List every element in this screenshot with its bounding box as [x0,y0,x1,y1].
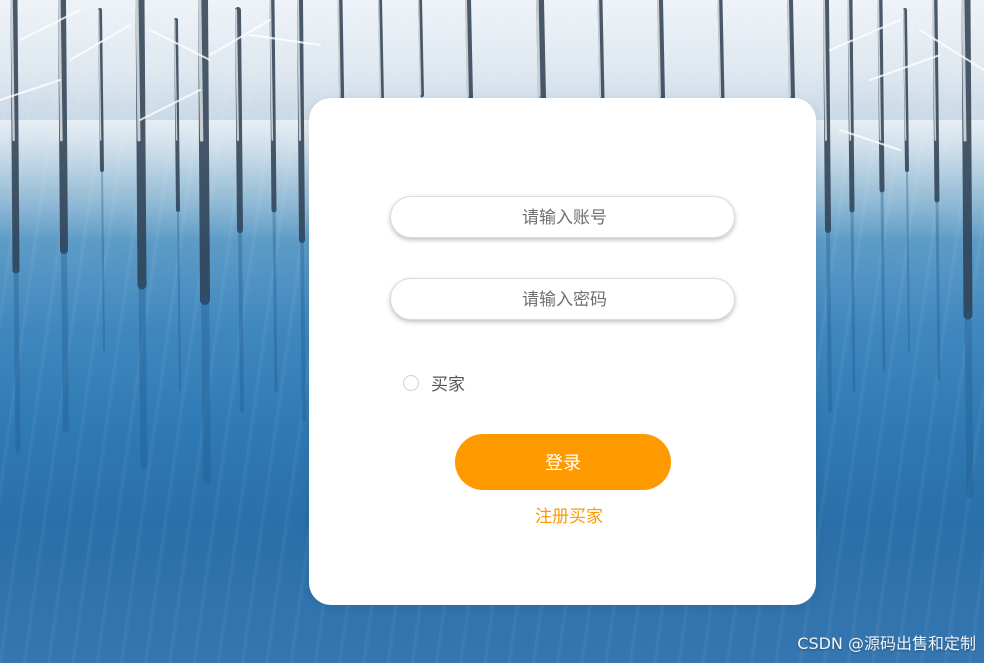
login-button[interactable]: 登录 [455,434,671,490]
csdn-watermark: CSDN @源码出售和定制 [797,634,976,653]
password-input[interactable] [391,279,738,321]
login-card: 买家 登录 注册买家 [309,98,816,605]
buyer-radio-button[interactable] [403,374,419,391]
account-input[interactable] [391,197,738,239]
register-buyer-link[interactable]: 注册买家 [535,502,603,527]
account-field [390,196,738,239]
buyer-role-label: 买家 [431,375,465,395]
password-field [390,278,738,321]
buyer-role-option[interactable]: 买家 [403,370,465,395]
